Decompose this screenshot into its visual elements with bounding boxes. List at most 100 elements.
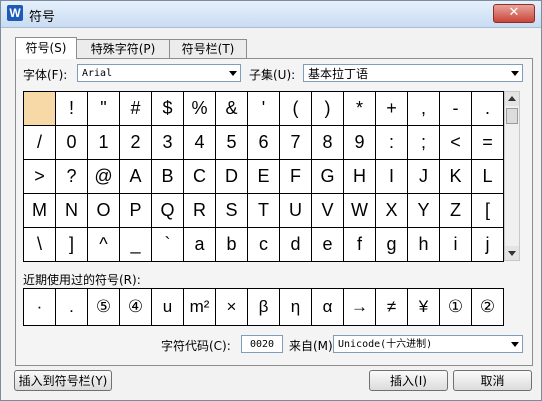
symbol-cell[interactable]: *	[344, 92, 376, 126]
symbol-cell[interactable]: O	[88, 194, 120, 228]
symbol-cell[interactable]: 4	[184, 126, 216, 160]
symbol-cell[interactable]: 8	[312, 126, 344, 160]
symbol-grid-scrollbar[interactable]	[504, 91, 520, 261]
symbol-cell[interactable]: B	[152, 160, 184, 194]
symbol-cell[interactable]: e	[312, 228, 344, 262]
symbol-cell[interactable]: [	[472, 194, 504, 228]
recent-symbol-cell[interactable]: η	[280, 289, 312, 325]
recent-symbol-cell[interactable]: ⑤	[88, 289, 120, 325]
symbol-cell[interactable]: $	[152, 92, 184, 126]
recent-symbol-cell[interactable]: ≠	[376, 289, 408, 325]
symbol-cell[interactable]: .	[472, 92, 504, 126]
symbol-cell[interactable]: 0	[56, 126, 88, 160]
symbol-cell[interactable]: f	[344, 228, 376, 262]
scroll-thumb[interactable]	[506, 108, 518, 124]
scroll-up-button[interactable]	[505, 92, 519, 106]
recent-symbol-cell[interactable]: β	[248, 289, 280, 325]
symbol-cell[interactable]: '	[248, 92, 280, 126]
symbol-cell[interactable]: M	[24, 194, 56, 228]
symbol-cell[interactable]: a	[184, 228, 216, 262]
tab-symbol-bar[interactable]: 符号栏(T)	[169, 39, 247, 59]
symbol-cell[interactable]: J	[408, 160, 440, 194]
recent-symbol-cell[interactable]: ¥	[408, 289, 440, 325]
recent-symbol-cell[interactable]: α	[312, 289, 344, 325]
symbol-cell[interactable]: ,	[408, 92, 440, 126]
recent-symbol-cell[interactable]: →	[344, 289, 376, 325]
symbol-cell[interactable]: F	[280, 160, 312, 194]
symbol-cell[interactable]: :	[376, 126, 408, 160]
symbol-cell[interactable]: Z	[440, 194, 472, 228]
symbol-cell[interactable]: E	[248, 160, 280, 194]
symbol-cell[interactable]: d	[280, 228, 312, 262]
symbol-cell[interactable]: L	[472, 160, 504, 194]
symbol-cell[interactable]: ?	[56, 160, 88, 194]
symbol-cell[interactable]: =	[472, 126, 504, 160]
recent-symbol-cell[interactable]: ·	[24, 289, 56, 325]
symbol-cell[interactable]: G	[312, 160, 344, 194]
symbol-cell[interactable]: j	[472, 228, 504, 262]
recent-symbol-cell[interactable]: u	[152, 289, 184, 325]
symbol-cell[interactable]: 6	[248, 126, 280, 160]
symbol-cell[interactable]	[24, 92, 56, 126]
symbol-cell[interactable]: H	[344, 160, 376, 194]
symbol-cell[interactable]: 1	[88, 126, 120, 160]
recent-symbol-cell[interactable]: ①	[440, 289, 472, 325]
from-select[interactable]: Unicode(十六进制)	[333, 335, 523, 353]
symbol-cell[interactable]: /	[24, 126, 56, 160]
symbol-cell[interactable]: 7	[280, 126, 312, 160]
symbol-cell[interactable]: c	[248, 228, 280, 262]
symbol-cell[interactable]: 9	[344, 126, 376, 160]
cancel-button[interactable]: 取消	[453, 370, 532, 391]
insert-button[interactable]: 插入(I)	[369, 370, 448, 391]
symbol-cell[interactable]: W	[344, 194, 376, 228]
symbol-cell[interactable]: Q	[152, 194, 184, 228]
symbol-cell[interactable]: %	[184, 92, 216, 126]
scroll-down-button[interactable]	[505, 246, 519, 260]
symbol-cell[interactable]: +	[376, 92, 408, 126]
symbol-cell[interactable]: _	[120, 228, 152, 262]
symbol-cell[interactable]: <	[440, 126, 472, 160]
symbol-cell[interactable]: U	[280, 194, 312, 228]
symbol-cell[interactable]: `	[152, 228, 184, 262]
char-code-input[interactable]: 0020	[241, 335, 283, 353]
tab-special-chars[interactable]: 特殊字符(P)	[75, 39, 171, 59]
symbol-cell[interactable]: I	[376, 160, 408, 194]
symbol-cell[interactable]: i	[440, 228, 472, 262]
symbol-cell[interactable]: Y	[408, 194, 440, 228]
symbol-cell[interactable]: #	[120, 92, 152, 126]
symbol-cell[interactable]: V	[312, 194, 344, 228]
symbol-cell[interactable]: N	[56, 194, 88, 228]
recent-symbol-cell[interactable]: ×	[216, 289, 248, 325]
symbol-cell[interactable]: 2	[120, 126, 152, 160]
symbol-cell[interactable]: (	[280, 92, 312, 126]
symbol-cell[interactable]: ;	[408, 126, 440, 160]
symbol-cell[interactable]: 3	[152, 126, 184, 160]
symbol-cell[interactable]: !	[56, 92, 88, 126]
recent-symbol-cell[interactable]: .	[56, 289, 88, 325]
recent-symbol-cell[interactable]: m²	[184, 289, 216, 325]
recent-symbol-cell[interactable]: ④	[120, 289, 152, 325]
symbol-cell[interactable]: ]	[56, 228, 88, 262]
symbol-cell[interactable]: @	[88, 160, 120, 194]
symbol-cell[interactable]: T	[248, 194, 280, 228]
symbol-cell[interactable]: "	[88, 92, 120, 126]
subset-select[interactable]: 基本拉丁语	[303, 64, 523, 82]
symbol-cell[interactable]: b	[216, 228, 248, 262]
symbol-cell[interactable]: D	[216, 160, 248, 194]
symbol-cell[interactable]: A	[120, 160, 152, 194]
symbol-cell[interactable]: 5	[216, 126, 248, 160]
symbol-cell[interactable]: X	[376, 194, 408, 228]
symbol-cell[interactable]: ^	[88, 228, 120, 262]
symbol-cell[interactable]: C	[184, 160, 216, 194]
symbol-cell[interactable]: P	[120, 194, 152, 228]
symbol-cell[interactable]: )	[312, 92, 344, 126]
symbol-cell[interactable]: -	[440, 92, 472, 126]
insert-to-symbol-bar-button[interactable]: 插入到符号栏(Y)	[14, 370, 112, 391]
symbol-cell[interactable]: &	[216, 92, 248, 126]
font-select[interactable]: Arial	[77, 64, 241, 82]
tab-symbols[interactable]: 符号(S)	[15, 37, 77, 59]
recent-symbol-cell[interactable]: ②	[472, 289, 504, 325]
close-button[interactable]: ✕	[493, 4, 535, 23]
symbol-cell[interactable]: >	[24, 160, 56, 194]
symbol-cell[interactable]: g	[376, 228, 408, 262]
